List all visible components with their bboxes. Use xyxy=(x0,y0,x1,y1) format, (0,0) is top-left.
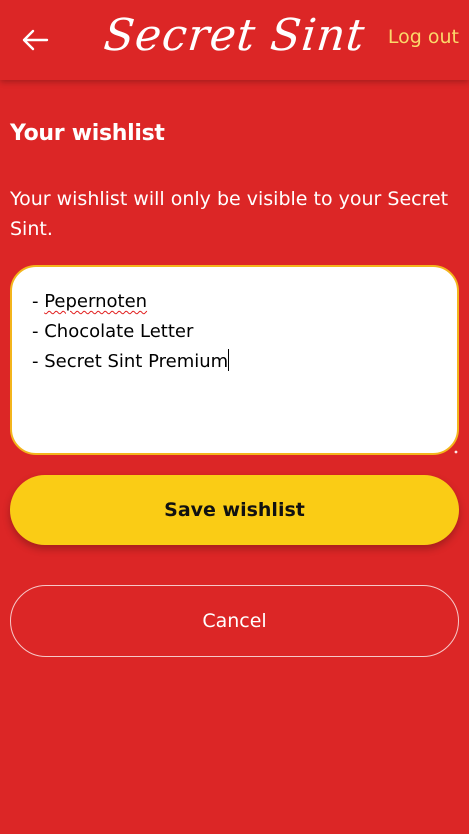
cancel-button[interactable]: Cancel xyxy=(10,585,459,657)
save-wishlist-button[interactable]: Save wishlist xyxy=(10,475,459,545)
page-description: Your wishlist will only be visible to yo… xyxy=(10,188,449,240)
wishlist-textarea[interactable]: - Pepernoten - Chocolate Letter - Secret… xyxy=(10,265,459,455)
app-header: Secret Sint Log out xyxy=(0,0,469,80)
logout-link[interactable]: Log out xyxy=(388,26,459,48)
spellcheck-underline: Pepernoten xyxy=(44,291,148,312)
page-title: Your wishlist xyxy=(10,121,165,146)
text-caret xyxy=(228,349,230,371)
wishlist-line: - Pepernoten xyxy=(32,291,148,312)
wishlist-line: - Chocolate Letter xyxy=(32,321,194,342)
resize-handle-icon[interactable] xyxy=(453,449,459,455)
wishlist-line: - Secret Sint Premium xyxy=(32,349,230,372)
